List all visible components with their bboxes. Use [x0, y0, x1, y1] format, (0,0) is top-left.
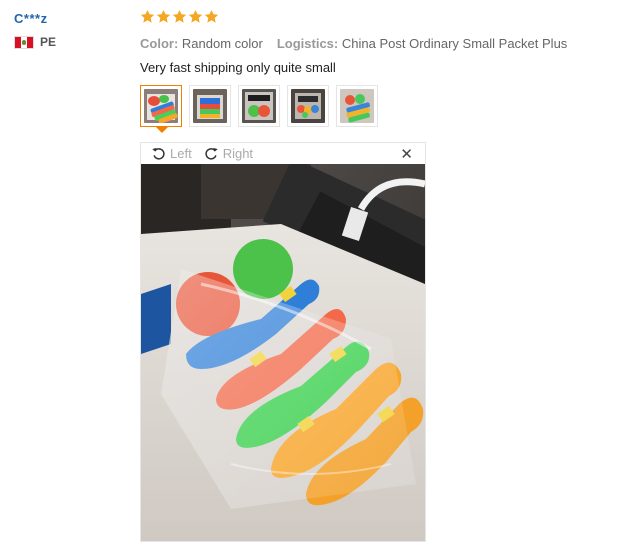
active-thumbnail-pointer — [156, 127, 168, 133]
reviewer-country: PE — [14, 35, 124, 49]
review-text: Very fast shipping only quite small — [140, 60, 336, 75]
star-rating — [140, 9, 610, 29]
star-icon — [204, 9, 219, 24]
star-icon — [172, 9, 187, 24]
thumbnail-4[interactable] — [287, 85, 329, 127]
close-icon[interactable]: ✕ — [400, 145, 413, 163]
peru-flag-icon — [14, 35, 34, 49]
logistics-label: Logistics: — [276, 36, 339, 51]
star-icon — [188, 9, 203, 24]
thumbnail-5[interactable] — [336, 85, 378, 127]
reviewer-info: C***z PE — [14, 11, 124, 49]
rotate-left-label: Left — [170, 146, 192, 161]
color-value: Random color — [181, 36, 263, 51]
review-photo[interactable] — [141, 164, 425, 541]
star-icon — [156, 9, 171, 24]
rotate-right-label: Right — [222, 146, 254, 161]
logistics-attribute: Logistics: China Post Ordinary Small Pac… — [277, 36, 567, 51]
photo-viewer: Left Right ✕ — [140, 142, 426, 542]
review-content: Color: Random color Logistics: China Pos… — [140, 9, 610, 133]
viewer-toolbar: Left Right ✕ — [141, 143, 425, 164]
thumbnail-2[interactable] — [189, 85, 231, 127]
rotate-left-icon — [152, 147, 165, 160]
order-attributes: Color: Random color Logistics: China Pos… — [140, 36, 610, 51]
reviewer-name: C***z — [14, 11, 48, 26]
rotate-left-button[interactable]: Left — [151, 146, 192, 161]
thumbnail-3[interactable] — [238, 85, 280, 127]
rotate-right-button[interactable]: Right — [204, 146, 253, 161]
country-code: PE — [40, 35, 57, 49]
color-attribute: Color: Random color — [140, 36, 263, 51]
logistics-value: China Post Ordinary Small Packet Plus — [341, 36, 568, 51]
thumbnail-1[interactable] — [140, 85, 182, 133]
rotate-right-icon — [205, 147, 218, 160]
star-icon — [140, 9, 155, 24]
photo-thumbnails — [140, 85, 610, 133]
color-label: Color: — [140, 36, 179, 51]
